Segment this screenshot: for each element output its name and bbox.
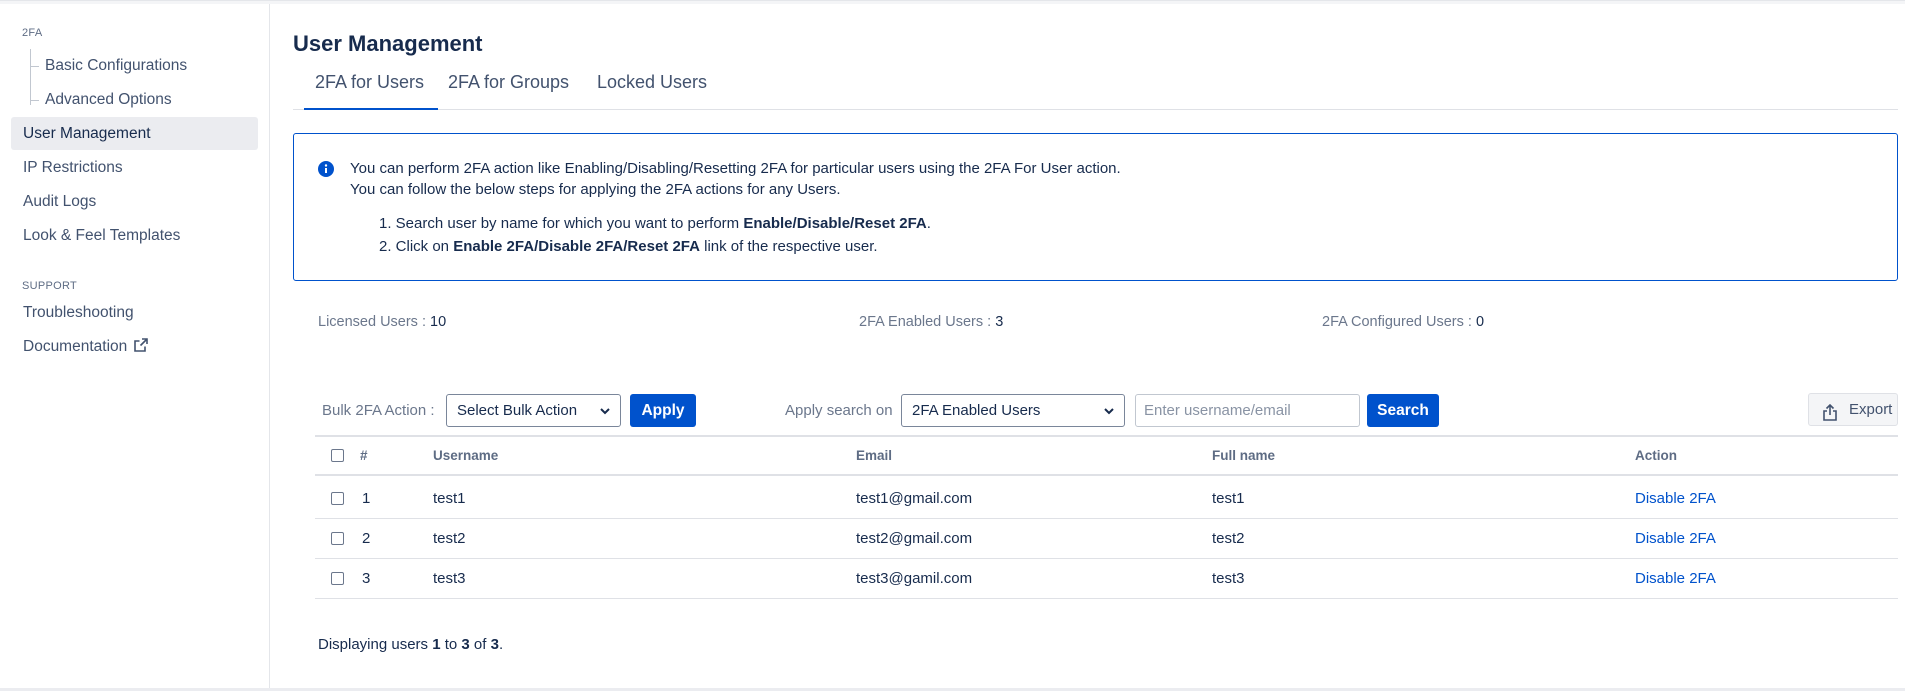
search-on-selected: 2FA Enabled Users bbox=[912, 402, 1041, 419]
col-header-action: Action bbox=[1635, 448, 1677, 463]
pagination-of-word: of bbox=[469, 636, 491, 653]
search-button[interactable]: Search bbox=[1367, 394, 1439, 427]
sidebar-item-basic-configurations[interactable]: Basic Configurations bbox=[45, 55, 187, 77]
cell-number: 2 bbox=[362, 530, 371, 547]
pagination-summary: Displaying users 1 to 3 of 3. bbox=[318, 636, 503, 653]
info-step-2-text: 2. Click on bbox=[379, 238, 454, 255]
sidebar-item-look-feel-templates[interactable]: Look & Feel Templates bbox=[11, 219, 258, 252]
licensed-users-stat: Licensed Users : 10 bbox=[318, 314, 446, 330]
info-step-1-text: 1. Search user by name for which you wan… bbox=[379, 215, 744, 232]
pagination-suffix: . bbox=[498, 636, 504, 653]
bottom-border bbox=[0, 688, 1905, 691]
external-link-icon bbox=[133, 332, 149, 365]
tab-2fa-for-users[interactable]: 2FA for Users bbox=[304, 72, 438, 110]
cell-username: test3 bbox=[433, 570, 466, 587]
enabled-users-value: 3 bbox=[995, 314, 1004, 330]
info-panel: You can perform 2FA action like Enabling… bbox=[293, 133, 1898, 281]
search-on-select[interactable]: 2FA Enabled Users bbox=[901, 394, 1125, 427]
sidebar-section-2fa: 2FA bbox=[22, 27, 43, 39]
pagination-prefix: Displaying users bbox=[318, 636, 433, 653]
table-header-row: # Username Email Full name Action bbox=[315, 436, 1898, 476]
info-step-1-bold: Enable/Disable/Reset 2FA bbox=[743, 215, 927, 232]
cell-username: test2 bbox=[433, 530, 466, 547]
tree-line bbox=[30, 49, 31, 105]
table-row: 3 test3 test3@gamil.com test3 Disable 2F… bbox=[315, 559, 1898, 599]
tab-locked-users[interactable]: Locked Users bbox=[597, 72, 707, 110]
licensed-users-value: 10 bbox=[430, 314, 447, 330]
cell-number: 1 bbox=[362, 490, 371, 507]
bulk-action-label: Bulk 2FA Action : bbox=[322, 402, 435, 419]
pagination-total: 3 bbox=[490, 636, 499, 653]
configured-users-label: 2FA Configured Users : bbox=[1322, 314, 1476, 330]
bulk-action-select[interactable]: Select Bulk Action bbox=[446, 394, 621, 427]
disable-2fa-link[interactable]: Disable 2FA bbox=[1635, 559, 1716, 599]
sidebar: 2FA Basic Configurations Advanced Option… bbox=[0, 4, 270, 688]
select-all-checkbox[interactable] bbox=[331, 449, 344, 462]
export-label: Export bbox=[1849, 401, 1893, 418]
row-checkbox[interactable] bbox=[331, 532, 344, 545]
info-line-2: You can follow the below steps for apply… bbox=[350, 181, 841, 198]
search-input[interactable] bbox=[1135, 394, 1360, 427]
info-step-2-suffix: link of the respective user. bbox=[699, 238, 878, 255]
apply-button[interactable]: Apply bbox=[630, 394, 696, 427]
sidebar-section-support: SUPPORT bbox=[22, 280, 78, 292]
col-header-email: Email bbox=[856, 448, 893, 463]
col-header-number: # bbox=[360, 448, 368, 463]
export-button[interactable]: Export bbox=[1808, 393, 1898, 426]
top-border bbox=[0, 0, 1905, 4]
col-header-username: Username bbox=[433, 448, 499, 463]
bulk-action-selected: Select Bulk Action bbox=[457, 402, 578, 419]
row-checkbox[interactable] bbox=[331, 572, 344, 585]
cell-fullname: test2 bbox=[1212, 530, 1245, 547]
table-row: 2 test2 test2@gmail.com test2 Disable 2F… bbox=[315, 519, 1898, 559]
info-step-1: 1. Search user by name for which you wan… bbox=[379, 213, 931, 234]
configured-users-stat: 2FA Configured Users : 0 bbox=[1322, 314, 1484, 330]
info-step-2-bold: Enable 2FA/Disable 2FA/Reset 2FA bbox=[453, 238, 700, 255]
chevron-down-icon bbox=[599, 404, 611, 421]
sidebar-item-troubleshooting[interactable]: Troubleshooting bbox=[11, 296, 258, 329]
info-line-1: You can perform 2FA action like Enabling… bbox=[350, 160, 1121, 177]
tree-branch bbox=[30, 100, 39, 101]
disable-2fa-link[interactable]: Disable 2FA bbox=[1635, 519, 1716, 559]
sidebar-item-documentation-label: Documentation bbox=[23, 338, 128, 355]
sidebar-item-ip-restrictions[interactable]: IP Restrictions bbox=[11, 151, 258, 184]
pagination-to: 3 bbox=[461, 636, 470, 653]
sidebar-item-documentation[interactable]: Documentation bbox=[11, 330, 258, 363]
enabled-users-label: 2FA Enabled Users : bbox=[859, 314, 996, 330]
disable-2fa-link[interactable]: Disable 2FA bbox=[1635, 479, 1716, 519]
pagination-from: 1 bbox=[432, 636, 441, 653]
col-header-fullname: Full name bbox=[1212, 448, 1276, 463]
row-checkbox[interactable] bbox=[331, 492, 344, 505]
cell-email: test2@gmail.com bbox=[856, 530, 973, 547]
table-row: 1 test1 test1@gmail.com test1 Disable 2F… bbox=[315, 479, 1898, 519]
configured-users-value: 0 bbox=[1475, 314, 1485, 330]
licensed-users-label: Licensed Users : bbox=[318, 314, 431, 330]
cell-email: test1@gmail.com bbox=[856, 490, 973, 507]
sidebar-item-advanced-options[interactable]: Advanced Options bbox=[45, 89, 172, 111]
tree-branch bbox=[30, 66, 39, 67]
sidebar-item-user-management[interactable]: User Management bbox=[11, 117, 258, 150]
cell-number: 3 bbox=[362, 570, 371, 587]
chevron-down-icon bbox=[1103, 404, 1115, 421]
page-title: User Management bbox=[293, 31, 483, 56]
search-on-label: Apply search on bbox=[785, 402, 893, 419]
sidebar-item-audit-logs[interactable]: Audit Logs bbox=[11, 185, 258, 218]
info-step-1-suffix: . bbox=[926, 215, 931, 232]
cell-fullname: test1 bbox=[1212, 490, 1245, 507]
tab-bar: 2FA for Users 2FA for Groups Locked User… bbox=[293, 70, 1898, 110]
tab-2fa-for-groups[interactable]: 2FA for Groups bbox=[448, 72, 569, 110]
pagination-to-word: to bbox=[440, 636, 462, 653]
info-step-2: 2. Click on Enable 2FA/Disable 2FA/Reset… bbox=[379, 236, 878, 257]
enabled-users-stat: 2FA Enabled Users : 3 bbox=[859, 314, 1003, 330]
export-icon bbox=[1822, 401, 1838, 432]
info-icon bbox=[318, 161, 334, 181]
cell-email: test3@gamil.com bbox=[856, 570, 973, 587]
cell-fullname: test3 bbox=[1212, 570, 1245, 587]
cell-username: test1 bbox=[433, 490, 466, 507]
